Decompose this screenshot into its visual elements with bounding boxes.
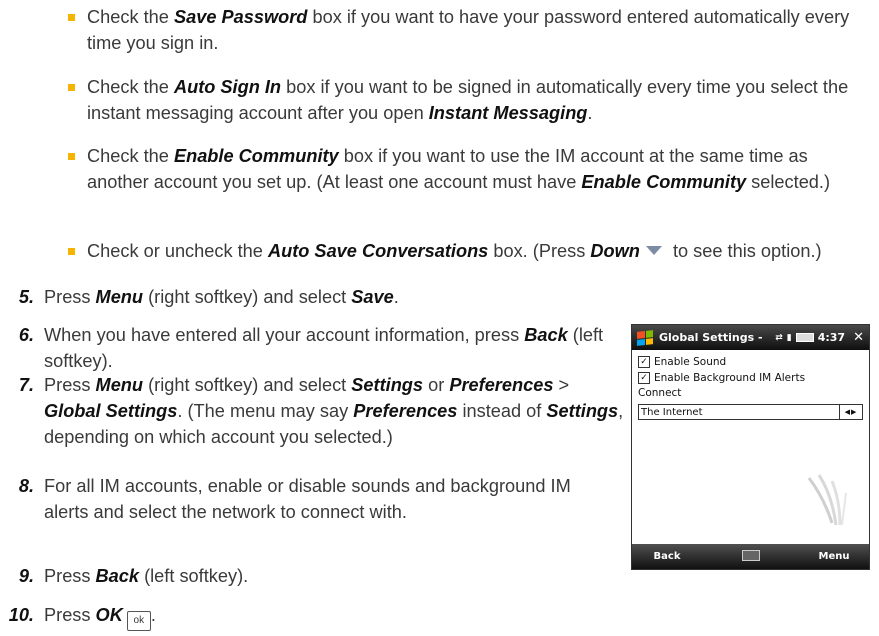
bullet-marker	[68, 84, 75, 91]
windows-logo-icon	[637, 329, 653, 346]
battery-icon	[795, 333, 814, 342]
phone-title-bar: Global Settings - ⇄ ▮ 4:37 ✕	[632, 325, 869, 350]
manual-page: Check the Save Password box if you want …	[0, 0, 879, 636]
step-8: 8. For all IM accounts, enable or disable…	[18, 476, 571, 522]
carrier-logo-icon	[807, 474, 847, 526]
enable-background-alerts-checkbox[interactable]: ✓ Enable Background IM Alerts	[638, 370, 863, 386]
down-arrow-icon	[645, 246, 662, 255]
step-10: 10. Press OK ok.	[9, 602, 156, 631]
bullet-auto-save-conversations: Check or uncheck the Auto Save Conversat…	[68, 238, 858, 264]
connect-label: Connect	[638, 387, 682, 399]
checkbox-checked-icon: ✓	[638, 372, 650, 384]
bullet-auto-sign-in: Check the Auto Sign In box if you want t…	[68, 74, 858, 126]
step-7: 7. Press Menu (right softkey) and select …	[18, 375, 624, 447]
phone-screenshot: Global Settings - ⇄ ▮ 4:37 ✕ ✓ Enable So…	[631, 324, 870, 570]
connectivity-icon: ⇄	[775, 332, 783, 343]
bullet-enable-community: Check the Enable Community box if you wa…	[68, 143, 858, 195]
keyboard-icon[interactable]	[741, 549, 760, 561]
back-softkey[interactable]: Back	[632, 551, 702, 562]
signal-icon: ▮	[786, 332, 792, 343]
left-right-arrows-icon[interactable]: ◀▶	[839, 405, 862, 419]
step-6: 6. When you have entered all your account…	[18, 325, 604, 371]
enable-sound-checkbox[interactable]: ✓ Enable Sound	[638, 354, 863, 370]
bullet-marker	[68, 14, 75, 21]
bullet-marker	[68, 153, 75, 160]
step-5: 5. Press Menu (right softkey) and select …	[18, 287, 399, 307]
bullet-save-password: Check the Save Password box if you want …	[68, 4, 858, 56]
step-9: 9. Press Back (left softkey).	[18, 566, 249, 586]
ok-key-icon: ok	[126, 611, 151, 631]
clock: 4:37	[817, 331, 846, 344]
checkbox-checked-icon: ✓	[638, 356, 650, 368]
softkey-bar: Back Menu	[632, 544, 869, 569]
bullet-marker	[68, 248, 75, 255]
phone-settings: ✓ Enable Sound ✓ Enable Background IM Al…	[632, 350, 869, 424]
connect-select[interactable]: The Internet ◀▶	[638, 404, 863, 420]
menu-softkey[interactable]: Menu	[799, 551, 869, 562]
close-icon[interactable]: ✕	[853, 330, 864, 345]
phone-title: Global Settings -	[659, 331, 763, 344]
